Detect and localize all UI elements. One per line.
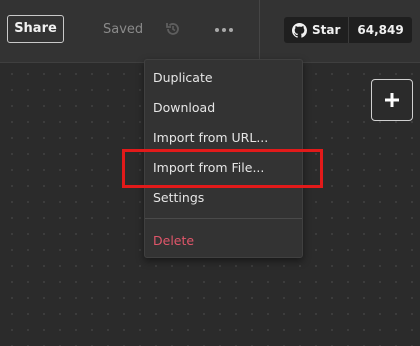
- top-toolbar: Share Saved Star 64,849: [0, 0, 420, 63]
- github-star-count[interactable]: 64,849: [349, 17, 412, 43]
- menu-item-import-file[interactable]: Import from File...: [153, 157, 293, 179]
- menu-item-import-url[interactable]: Import from URL...: [153, 127, 293, 149]
- add-plus-icon[interactable]: [371, 79, 413, 121]
- more-horizontal-icon[interactable]: [214, 20, 234, 40]
- github-star-label: Star: [312, 23, 341, 37]
- github-star-button[interactable]: Star: [284, 17, 350, 43]
- share-button[interactable]: Share: [7, 15, 64, 43]
- more-options-menu: Duplicate Download Import from URL... Im…: [144, 59, 303, 258]
- menu-item-download[interactable]: Download: [153, 97, 293, 119]
- menu-divider: [145, 218, 302, 219]
- menu-item-settings[interactable]: Settings: [153, 187, 293, 209]
- history-icon[interactable]: [165, 21, 181, 37]
- github-star-widget[interactable]: Star 64,849: [284, 17, 412, 43]
- saved-status: Saved: [103, 22, 144, 37]
- menu-item-duplicate[interactable]: Duplicate: [153, 67, 293, 89]
- toolbar-divider: [259, 0, 260, 62]
- menu-item-delete[interactable]: Delete: [153, 230, 293, 252]
- github-icon: [292, 22, 307, 38]
